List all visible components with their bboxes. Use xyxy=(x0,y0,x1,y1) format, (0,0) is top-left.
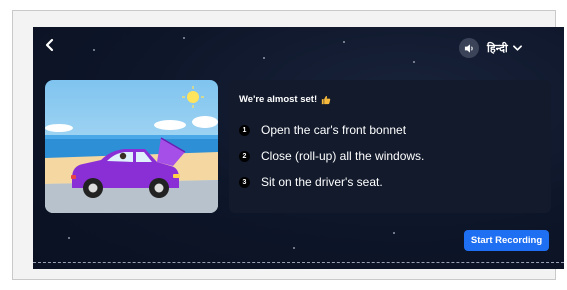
star-dot xyxy=(413,61,415,63)
thumbs-up-icon xyxy=(321,95,331,104)
step-number: 1 xyxy=(239,124,250,136)
step-item: 2 Close (roll-up) all the windows. xyxy=(239,143,424,169)
instructions-title-text: We're almost set! xyxy=(239,94,318,105)
language-selector[interactable]: हिन्दी xyxy=(487,41,522,56)
language-label: हिन्दी xyxy=(487,41,508,55)
step-text: Sit on the driver's seat. xyxy=(261,175,383,189)
instructions-title: We're almost set! xyxy=(239,94,331,105)
star-dot xyxy=(263,57,265,59)
step-text: Close (roll-up) all the windows. xyxy=(261,149,425,163)
star-dot xyxy=(93,49,95,51)
sound-button[interactable] xyxy=(459,38,479,58)
car-with-open-bonnet-illustration xyxy=(45,80,218,213)
chevron-left-icon xyxy=(45,38,54,52)
step-item: 1 Open the car's front bonnet xyxy=(239,117,424,143)
sun-shape xyxy=(187,91,199,103)
header-controls: हिन्दी xyxy=(459,38,522,58)
step-number: 3 xyxy=(239,176,250,188)
recording-setup-panel: हिन्दी We're almost set! 1 Open the car'… xyxy=(33,27,564,269)
step-text: Open the car's front bonnet xyxy=(261,123,407,137)
instructions-card: We're almost set! 1 Open the car's front… xyxy=(229,80,551,213)
speaker-icon xyxy=(464,43,473,53)
back-button[interactable] xyxy=(43,35,63,55)
star-dot xyxy=(68,237,70,239)
star-dot xyxy=(343,41,345,43)
chevron-down-icon xyxy=(512,44,522,51)
illustration-svg xyxy=(45,80,218,213)
star-dot xyxy=(293,247,295,249)
steps-list: 1 Open the car's front bonnet 2 Close (r… xyxy=(239,117,424,195)
dashed-divider xyxy=(33,262,564,263)
step-number: 2 xyxy=(239,150,250,162)
step-item: 3 Sit on the driver's seat. xyxy=(239,169,424,195)
star-dot xyxy=(183,37,185,39)
star-dot xyxy=(393,232,395,234)
start-recording-button[interactable]: Start Recording xyxy=(464,230,549,251)
